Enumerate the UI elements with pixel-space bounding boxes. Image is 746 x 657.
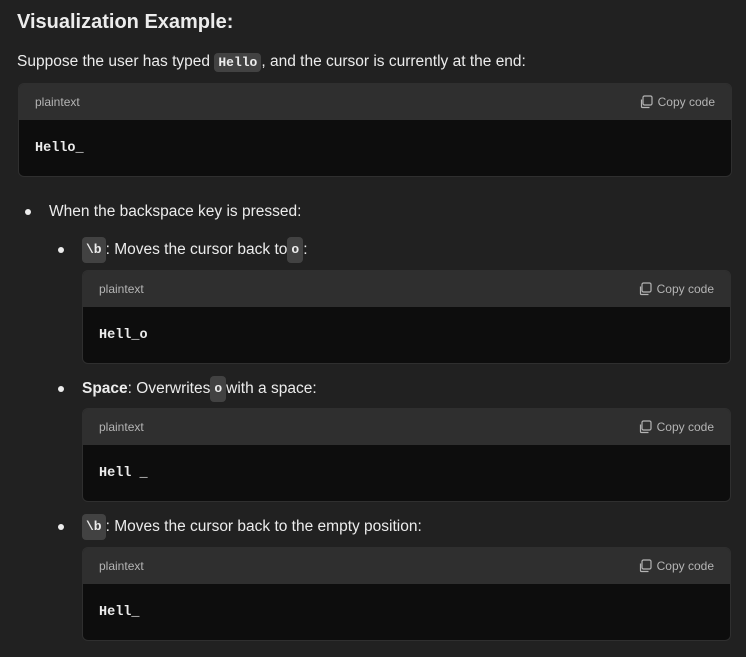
- copy-code-button[interactable]: Copy code: [638, 420, 714, 434]
- copy-code-label: Copy code: [656, 282, 714, 296]
- inline-code-hello: Hello: [214, 53, 262, 72]
- copy-code-button[interactable]: Copy code: [638, 282, 714, 296]
- copy-code-label: Copy code: [656, 559, 714, 573]
- sub-bullet-text: : Overwrites: [127, 380, 211, 397]
- sub-bullet-tail: :: [303, 241, 308, 258]
- intro-paragraph: Suppose the user has typed Hello, and th…: [17, 51, 526, 74]
- bullet-dot: [25, 209, 31, 215]
- code-lang-label: plaintext: [99, 420, 144, 434]
- copy-icon: [640, 95, 653, 109]
- sub-bullet-bold: Space: [82, 380, 128, 397]
- code-block-2: plaintext Copy code Hell_o: [82, 270, 731, 364]
- sub-bullet-text: : Moves the cursor back to: [105, 241, 288, 258]
- code-content: Hell_o: [83, 307, 730, 363]
- bullet-item: When the backspace key is pressed:: [25, 201, 301, 223]
- code-block-header: plaintext Copy code: [83, 271, 730, 307]
- copy-icon: [639, 420, 652, 434]
- sub-bullet-text: : Moves the cursor back to the empty pos…: [105, 518, 422, 535]
- copy-icon: [639, 559, 652, 573]
- inline-code-o: o: [287, 237, 304, 263]
- intro-text: Suppose the user has typed: [17, 53, 215, 70]
- code-block-header: plaintext Copy code: [83, 409, 730, 445]
- code-block-1: plaintext Copy code Hello_: [18, 83, 732, 177]
- section-heading: Visualization Example:: [17, 11, 234, 33]
- copy-code-label: Copy code: [656, 420, 714, 434]
- bullet-text: When the backspace key is pressed:: [49, 203, 302, 220]
- sub-bullet-tail: with a space:: [226, 380, 317, 397]
- code-lang-label: plaintext: [35, 95, 80, 109]
- code-block-4: plaintext Copy code Hell_: [82, 547, 731, 641]
- copy-code-button[interactable]: Copy code: [638, 559, 714, 573]
- copy-icon: [639, 282, 652, 296]
- copy-code-button[interactable]: Copy code: [639, 95, 715, 109]
- inline-code-o: o: [210, 376, 227, 402]
- code-block-header: plaintext Copy code: [83, 548, 730, 584]
- code-block-header: plaintext Copy code: [19, 84, 731, 120]
- sub-bullet-item-1: \b: Moves the cursor back to o:: [58, 237, 308, 263]
- bullet-dot: [58, 247, 64, 253]
- code-lang-label: plaintext: [99, 559, 144, 573]
- copy-code-label: Copy code: [657, 95, 715, 109]
- bullet-dot: [58, 386, 64, 392]
- sub-bullet-item-3: \b: Moves the cursor back to the empty p…: [58, 514, 422, 540]
- code-block-3: plaintext Copy code Hell _: [82, 408, 731, 502]
- sub-bullet-item-2: Space: Overwrites o with a space:: [58, 376, 317, 402]
- bullet-dot: [58, 524, 64, 530]
- inline-code-backspace: \b: [82, 237, 106, 263]
- intro-text-end: , and the cursor is currently at the end…: [261, 53, 526, 70]
- code-content: Hello_: [19, 120, 731, 176]
- inline-code-backspace: \b: [82, 514, 106, 540]
- code-content: Hell _: [83, 445, 730, 501]
- code-content: Hell_: [83, 584, 730, 640]
- code-lang-label: plaintext: [99, 282, 144, 296]
